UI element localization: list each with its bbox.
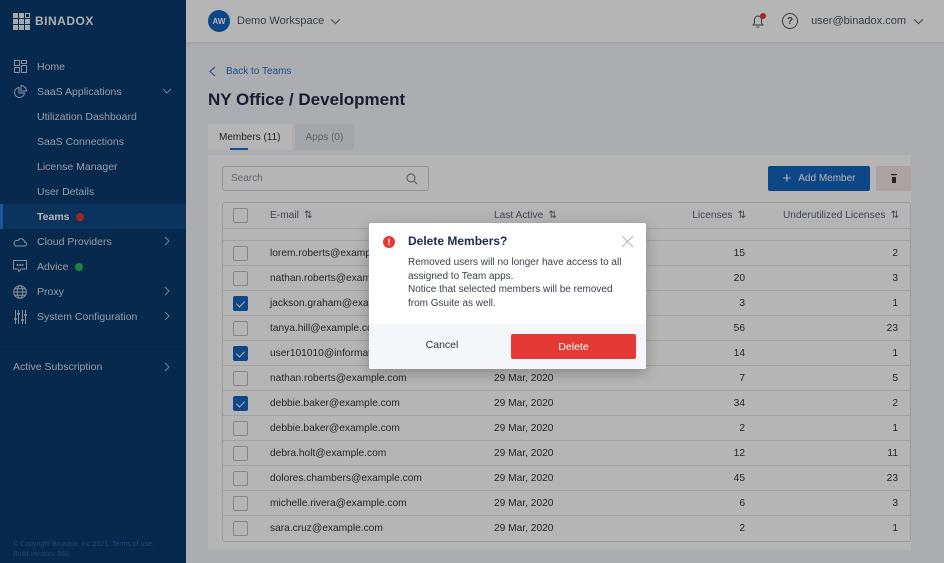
- delete-members-dialog: ! Delete Members? Removed users will no …: [369, 223, 646, 369]
- delete-button[interactable]: Delete: [511, 334, 636, 359]
- warning-icon: !: [383, 236, 395, 248]
- dialog-body: Removed users will no longer have access…: [408, 256, 628, 310]
- dialog-text-1: Removed users will no longer have access…: [408, 257, 622, 282]
- dialog-text-2: Notice that selected members will be rem…: [408, 284, 613, 309]
- close-icon[interactable]: [621, 235, 634, 248]
- dialog-title: Delete Members?: [408, 234, 508, 248]
- dialog-footer: Cancel Delete: [369, 324, 646, 369]
- cancel-button[interactable]: Cancel: [399, 332, 485, 358]
